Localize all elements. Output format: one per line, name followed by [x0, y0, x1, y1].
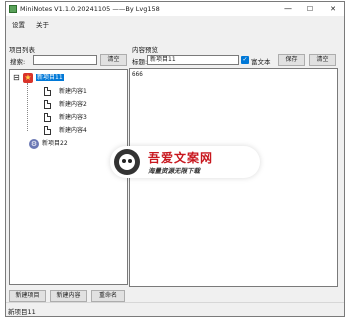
maximize-button[interactable]: ☐: [300, 2, 320, 16]
close-button[interactable]: ✕: [323, 2, 343, 16]
star-icon: ★: [23, 73, 33, 83]
rich-text-checkbox[interactable]: ✓: [241, 56, 249, 64]
tree-node-label: 新项目11: [36, 74, 64, 81]
watermark-title: 吾爱文案网: [148, 151, 214, 165]
title-label: 标题:: [132, 58, 148, 66]
search-clear-button[interactable]: 清空: [100, 54, 127, 66]
save-button[interactable]: 保存: [278, 54, 305, 66]
document-icon: [44, 113, 51, 122]
project-list-label: 项目列表: [9, 46, 35, 54]
tree-node-label: 新建内容1: [59, 88, 87, 95]
document-icon: [44, 126, 51, 135]
status-bar: 新项目11: [6, 302, 344, 316]
search-label: 搜索:: [10, 58, 26, 66]
status-text: 新项目11: [8, 308, 36, 316]
tree-node-label: 新建内容3: [59, 114, 87, 121]
menu-bar: 设置 关于: [6, 16, 344, 30]
tree-connector: [27, 83, 29, 131]
tree-node-content-4[interactable]: 新建内容4: [44, 126, 124, 136]
new-project-button[interactable]: 新建项目: [9, 290, 46, 302]
rename-button[interactable]: 重命名: [91, 290, 125, 302]
collapse-icon[interactable]: ⊟: [13, 74, 20, 82]
editor-clear-button[interactable]: 清空: [309, 54, 336, 66]
panda-logo-icon: [114, 149, 140, 175]
tree-node-project-11[interactable]: ★ 新项目11: [23, 73, 83, 83]
title-input[interactable]: 新项目11: [147, 55, 239, 65]
project-tree[interactable]: ⊟ ★ 新项目11 新建内容1 新建内容2 新建内容3 新建内容4 ⚙ 新项目2…: [9, 69, 128, 285]
tree-node-label: 新项目22: [42, 140, 68, 147]
tree-node-label: 新建内容2: [59, 101, 87, 108]
document-icon: [44, 87, 51, 96]
app-icon: [9, 5, 17, 13]
menu-settings[interactable]: 设置: [12, 19, 25, 29]
watermark-logo: 吾爱文案网 海量资源无限下载: [110, 146, 260, 178]
rich-text-label: 富文本: [251, 58, 271, 66]
tree-node-content-3[interactable]: 新建内容3: [44, 113, 124, 123]
search-input[interactable]: [33, 55, 97, 65]
window-title: MiniNotes V1.1.0.20241105 ——By Lvg158: [20, 5, 160, 13]
tree-node-content-2[interactable]: 新建内容2: [44, 100, 124, 110]
watermark-subtitle: 海量资源无限下载: [148, 167, 200, 175]
tree-node-content-1[interactable]: 新建内容1: [44, 87, 124, 97]
content-preview-label: 内容预览: [132, 46, 158, 54]
new-content-button[interactable]: 新建内容: [50, 290, 87, 302]
tree-node-label: 新建内容4: [59, 127, 87, 134]
gear-icon: ⚙: [29, 139, 39, 149]
document-icon: [44, 100, 51, 109]
minimize-button[interactable]: —: [278, 2, 298, 16]
tree-node-project-22[interactable]: ⚙ 新项目22: [29, 139, 99, 149]
title-bar[interactable]: MiniNotes V1.1.0.20241105 ——By Lvg158 — …: [6, 2, 344, 16]
menu-about[interactable]: 关于: [36, 19, 49, 29]
